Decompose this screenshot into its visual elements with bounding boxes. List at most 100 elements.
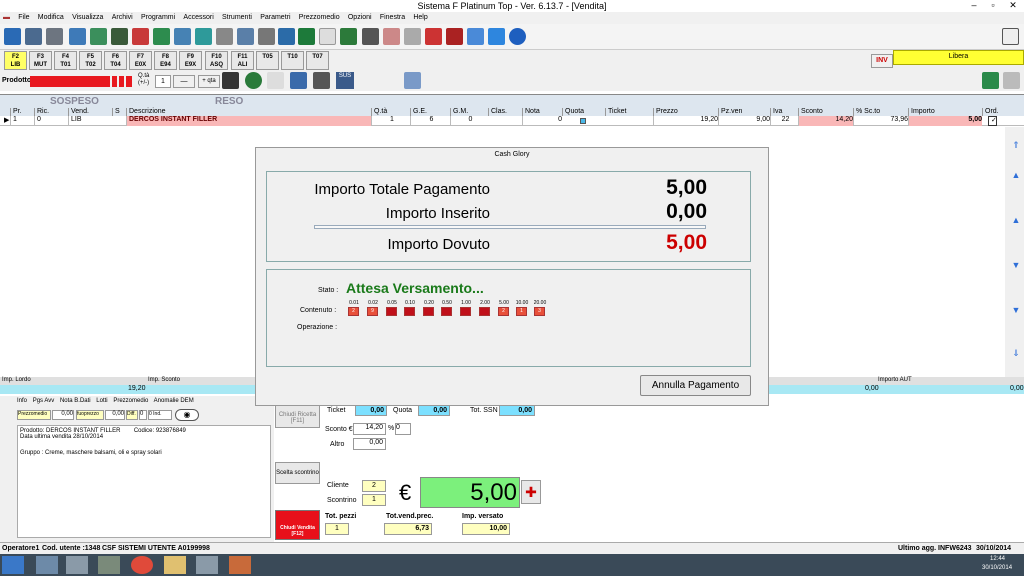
taskbar-app-1-icon[interactable]: [36, 556, 58, 574]
add-payment-icon[interactable]: ✚: [521, 480, 541, 504]
fkey-button-2[interactable]: F3 MUT: [29, 51, 52, 70]
toolbar-icon-10[interactable]: [195, 28, 212, 45]
prodotto-input[interactable]: [30, 76, 110, 87]
perc-field[interactable]: 0: [395, 423, 411, 435]
toolbar-row3-icon-4[interactable]: [290, 72, 307, 89]
plus-qta-button[interactable]: + qta: [198, 75, 220, 88]
toolbar-icon-15[interactable]: [298, 28, 315, 45]
toolbar-icon-25[interactable]: [509, 28, 526, 45]
arrow-down-2-icon[interactable]: ▼: [1011, 305, 1021, 315]
toolbar-icon-19[interactable]: [383, 28, 400, 45]
fkey-button-11[interactable]: T05: [256, 51, 279, 70]
sus-button[interactable]: SUS: [336, 72, 354, 89]
cart-icon[interactable]: [132, 28, 149, 45]
taskbar-app-3-icon[interactable]: [98, 556, 120, 574]
chiudi-vendita-button[interactable]: Chiudi Vendita [F12]: [275, 510, 320, 540]
menu-help[interactable]: Help: [410, 12, 430, 24]
close-button[interactable]: ✕: [1004, 0, 1022, 11]
monitor-icon[interactable]: [404, 72, 421, 89]
toolbar-icon-21[interactable]: [425, 28, 442, 45]
toolbar-row3-icon-3[interactable]: [267, 72, 284, 89]
taskbar-app-6-icon[interactable]: [196, 556, 218, 574]
fkey-button-12[interactable]: T10: [281, 51, 304, 70]
toolbar-icon-23[interactable]: [467, 28, 484, 45]
menu-visualizza[interactable]: Visualizza: [69, 12, 106, 24]
qta-input[interactable]: 1: [155, 75, 171, 88]
toolbar-icon-8[interactable]: [153, 28, 170, 45]
toolbar-icon-5[interactable]: [90, 28, 107, 45]
toolbar-icon-14[interactable]: [278, 28, 295, 45]
binoculars-icon[interactable]: [222, 72, 239, 89]
fkey-button-7[interactable]: F8 E94: [154, 51, 177, 70]
trash-icon[interactable]: [1003, 72, 1020, 89]
toolbar-icon-16[interactable]: [319, 28, 336, 45]
scroll-top-icon[interactable]: ⇑: [1011, 140, 1021, 150]
minus-button[interactable]: —: [173, 75, 195, 88]
fkey-button-8[interactable]: F9 E9X: [179, 51, 202, 70]
toolbar-icon-4[interactable]: [69, 28, 86, 45]
toolbar-icon-12[interactable]: [237, 28, 254, 45]
start-icon[interactable]: [2, 556, 24, 574]
tab-lotti[interactable]: Lotti: [96, 398, 107, 404]
taskbar-app-7-icon[interactable]: [229, 556, 251, 574]
fkey-button-1[interactable]: F2 LIB: [4, 51, 27, 70]
chiudi-ricetta-button[interactable]: Chiudi Ricetta [F11]: [275, 404, 320, 428]
fkey-button-13[interactable]: T07: [306, 51, 329, 70]
fkey-button-5[interactable]: F6 T04: [104, 51, 127, 70]
ord-checkbox[interactable]: ✓: [988, 116, 997, 126]
toolbar-icon-2[interactable]: [25, 28, 42, 45]
tot-ssn-field[interactable]: 0,00: [499, 405, 535, 416]
fkey-button-4[interactable]: F5 T02: [79, 51, 102, 70]
tab-anomalie[interactable]: Anomalie DEM: [154, 398, 194, 404]
scontrino-field[interactable]: 1: [362, 494, 386, 506]
toolbar-icon-17[interactable]: [340, 28, 357, 45]
arrow-up-icon[interactable]: ▲: [1011, 170, 1021, 180]
toolbar-icon-13[interactable]: [258, 28, 275, 45]
toolbar-row3-icon-5[interactable]: [313, 72, 330, 89]
toolbar-icon-24[interactable]: [488, 28, 505, 45]
sconto-euro-field[interactable]: 14,20: [353, 423, 386, 435]
eye-icon[interactable]: ◉: [175, 409, 199, 421]
arrow-down-icon[interactable]: ▼: [1011, 260, 1021, 270]
arrow-up-2-icon[interactable]: ▲: [1011, 215, 1021, 225]
menu-programmi[interactable]: Programmi: [138, 12, 178, 24]
calculator-icon[interactable]: [362, 28, 379, 45]
annulla-pagamento-button[interactable]: Annulla Pagamento: [640, 375, 751, 396]
toolbar-icon-22[interactable]: [446, 28, 463, 45]
tab-nota-bdati[interactable]: Nota B.Dati: [60, 398, 91, 404]
taskbar-app-2-icon[interactable]: [66, 556, 88, 574]
toolbar-icon-20[interactable]: [404, 28, 421, 45]
menu-accessori[interactable]: Accessori: [180, 12, 216, 24]
fkey-button-10[interactable]: F11 ALI: [231, 51, 254, 70]
menu-prezzomedio[interactable]: Prezzomedio: [296, 12, 343, 24]
toolbar-icon-1[interactable]: [4, 28, 21, 45]
cliente-field[interactable]: 2: [362, 480, 386, 492]
scelta-scontrino-button[interactable]: Scelta scontrino: [275, 462, 320, 484]
fkey-button-9[interactable]: F10 ASQ: [205, 51, 228, 70]
ticket-field[interactable]: 0,00: [355, 405, 387, 416]
tab-prezzomedio[interactable]: Prezzomedio: [113, 398, 148, 404]
toolbar-icon-6[interactable]: [111, 28, 128, 45]
maximize-button[interactable]: ▫: [984, 0, 1002, 11]
home-icon[interactable]: [982, 72, 999, 89]
quota-field[interactable]: 0,00: [418, 405, 450, 416]
tab-info[interactable]: Info: [17, 398, 27, 404]
fkey-button-6[interactable]: F7 E0X: [129, 51, 152, 70]
menu-parametri[interactable]: Parametri: [257, 12, 293, 24]
menu-finestra[interactable]: Finestra: [377, 12, 408, 24]
menu-archivi[interactable]: Archivi: [109, 12, 136, 24]
scroll-bottom-icon[interactable]: ⇓: [1011, 348, 1021, 358]
toolbar-icon-3[interactable]: [46, 28, 63, 45]
help-icon[interactable]: [1002, 28, 1019, 45]
folder-icon[interactable]: [164, 556, 186, 574]
toolbar-icon-11[interactable]: [216, 28, 233, 45]
menu-modifica[interactable]: Modifica: [35, 12, 67, 24]
altro-field[interactable]: 0,00: [353, 438, 386, 450]
minimize-button[interactable]: –: [965, 0, 983, 11]
menu-strumenti[interactable]: Strumenti: [219, 12, 255, 24]
menu-opzioni[interactable]: Opzioni: [345, 12, 375, 24]
fkey-button-3[interactable]: F4 T01: [54, 51, 77, 70]
inv-button[interactable]: INV: [871, 54, 893, 68]
tab-pgs-avv[interactable]: Pgs Avv: [33, 398, 55, 404]
toolbar-icon-9[interactable]: [174, 28, 191, 45]
